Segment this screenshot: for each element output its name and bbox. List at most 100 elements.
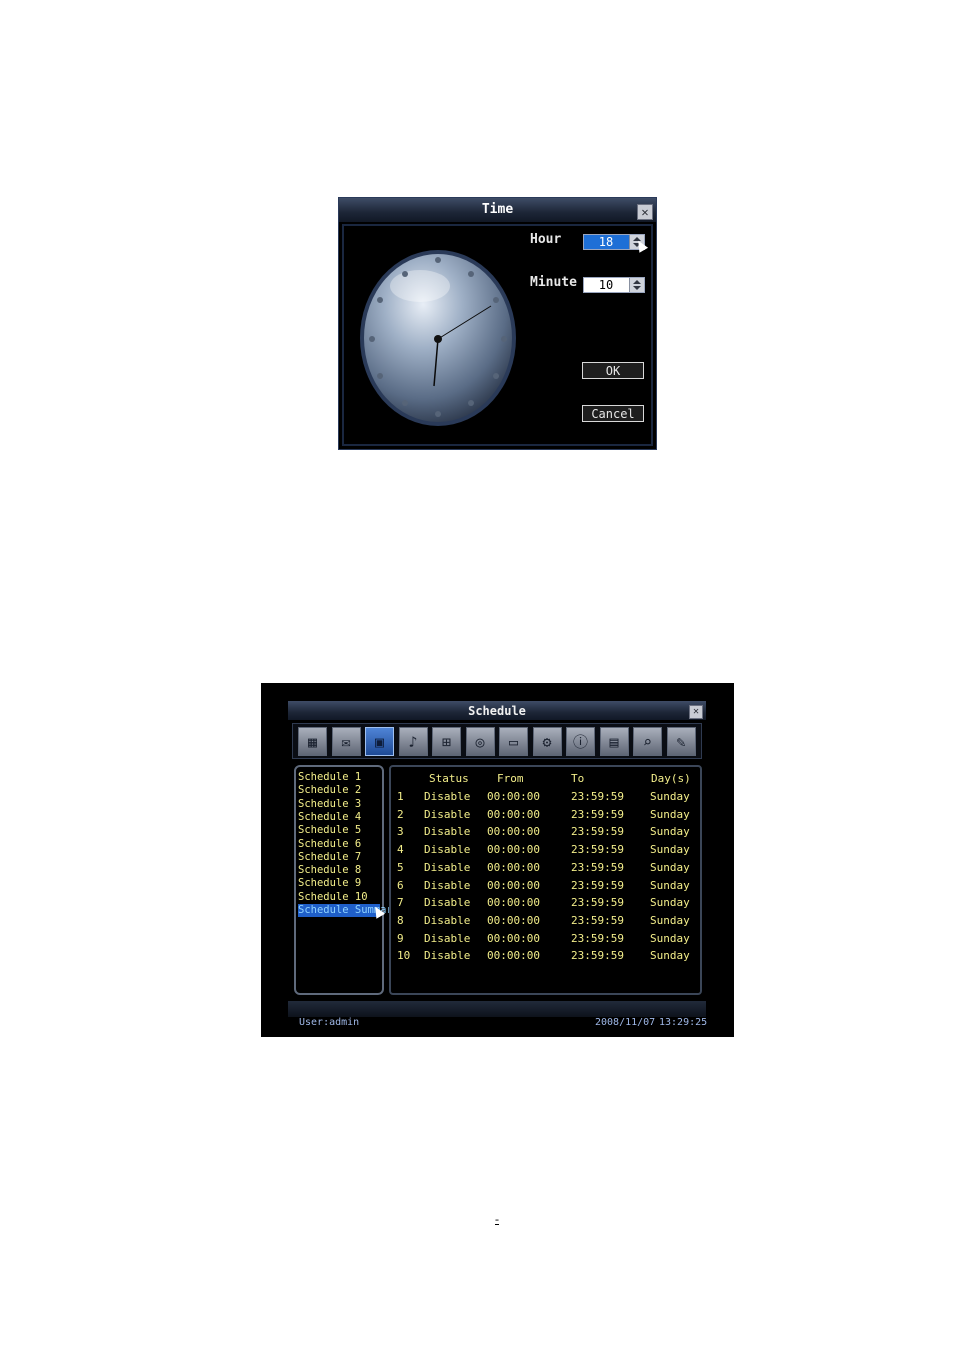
time-dialog-body: Hour 18 Minute 10 OK Cancel bbox=[342, 224, 653, 446]
minute-label: Minute bbox=[530, 275, 577, 290]
network-icon-glyph: ⊞ bbox=[441, 733, 452, 751]
monitor-icon-glyph: ▭ bbox=[508, 733, 519, 751]
close-icon[interactable]: ✕ bbox=[689, 705, 703, 719]
table-cell-status: Disable bbox=[424, 949, 471, 963]
table-cell-status: Disable bbox=[424, 878, 471, 892]
schedule-list-item[interactable]: Schedule Summary bbox=[298, 904, 399, 917]
schedule-list-item[interactable]: Schedule 6 bbox=[298, 838, 361, 851]
table-cell-status: Disable bbox=[424, 843, 471, 857]
schedule-list-item[interactable]: Schedule 2 bbox=[298, 784, 361, 797]
user-status: User:admin bbox=[299, 1017, 360, 1028]
table-cell-days: Sunday bbox=[650, 825, 690, 839]
table-cell-from: 00:00:00 bbox=[487, 896, 540, 910]
schedule-list-item[interactable]: Schedule 9 bbox=[298, 877, 361, 890]
table-cell-num: 2 bbox=[397, 807, 404, 821]
table-cell-from: 00:00:00 bbox=[487, 913, 540, 927]
table-cell-to: 23:59:59 bbox=[571, 896, 624, 910]
page-number: - bbox=[495, 1212, 499, 1226]
table-cell-from: 00:00:00 bbox=[487, 843, 540, 857]
log-icon[interactable]: ▤ bbox=[599, 727, 629, 756]
table-cell-num: 4 bbox=[397, 843, 404, 857]
table-cell-days: Sunday bbox=[650, 843, 690, 857]
table-cell-num: 8 bbox=[397, 913, 404, 927]
table-cell-num: 10 bbox=[397, 949, 411, 963]
tools-icon[interactable]: ✎ bbox=[666, 727, 696, 756]
ok-button[interactable]: OK bbox=[582, 362, 644, 379]
schedule-title: Schedule bbox=[468, 704, 526, 718]
status-date: 2008/11/07 bbox=[595, 1017, 656, 1028]
schedule-list-item[interactable]: Schedule 4 bbox=[298, 811, 361, 824]
table-cell-status: Disable bbox=[424, 896, 471, 910]
table-cell-to: 23:59:59 bbox=[571, 913, 624, 927]
search-icon-glyph: ⌕ bbox=[642, 733, 653, 751]
schedule-icon[interactable]: ▣ bbox=[365, 727, 394, 756]
table-cell-from: 00:00:00 bbox=[487, 931, 540, 945]
table-cell-status: Disable bbox=[424, 825, 471, 839]
schedule-list-item[interactable]: Schedule 10 bbox=[298, 891, 368, 904]
table-cell-num: 6 bbox=[397, 878, 404, 892]
schedule-list-item[interactable]: Schedule 1 bbox=[298, 771, 361, 784]
close-icon[interactable]: ✕ bbox=[637, 204, 653, 220]
hour-label: Hour bbox=[530, 232, 562, 247]
spin-arrows-icon[interactable] bbox=[629, 278, 644, 292]
cancel-button[interactable]: Cancel bbox=[582, 405, 644, 422]
bell-icon-glyph: ♪ bbox=[408, 733, 418, 751]
table-cell-status: Disable bbox=[424, 860, 471, 874]
table-cell-status: Disable bbox=[424, 807, 471, 821]
status-time: 13:29:25 bbox=[659, 1017, 708, 1028]
time-dialog: Time ✕ Hour 18 Minute 10 OK Cancel bbox=[338, 197, 657, 450]
table-cell-days: Sunday bbox=[650, 790, 690, 803]
monitor-icon[interactable]: ▭ bbox=[499, 727, 528, 756]
table-cell-to: 23:59:59 bbox=[571, 931, 624, 945]
minute-value: 10 bbox=[598, 278, 614, 292]
schedule-list: Schedule 1 Schedule 2 Schedule 3 Schedule 4… bbox=[294, 765, 399, 995]
table-cell-to: 23:59:59 bbox=[571, 949, 624, 963]
table-cell-days: Sunday bbox=[650, 807, 690, 821]
table-cell-num: 5 bbox=[397, 860, 404, 874]
network-icon[interactable]: ⊞ bbox=[432, 727, 461, 756]
column-header: Day(s) bbox=[651, 772, 691, 785]
column-header: From bbox=[497, 772, 524, 785]
info-icon[interactable]: ⓘ bbox=[566, 727, 595, 756]
film-icon[interactable]: ▦ bbox=[298, 727, 327, 756]
gear-icon-glyph: ⚙ bbox=[542, 733, 552, 751]
table-cell-days: Sunday bbox=[650, 878, 690, 892]
search-icon[interactable]: ⌕ bbox=[633, 727, 662, 756]
info-icon-glyph: ⓘ bbox=[572, 733, 588, 751]
schedule-list-item[interactable]: Schedule 5 bbox=[298, 824, 361, 837]
bell-icon[interactable]: ♪ bbox=[398, 727, 428, 756]
table-cell-from: 00:00:00 bbox=[487, 878, 540, 892]
table-cell-from: 00:00:00 bbox=[487, 860, 540, 874]
disk-icon-glyph: ◎ bbox=[475, 733, 485, 751]
log-icon-glyph: ▤ bbox=[609, 733, 619, 751]
schedule-list-item[interactable]: Schedule 3 bbox=[298, 798, 361, 811]
table-cell-to: 23:59:59 bbox=[571, 790, 624, 803]
minute-stepper[interactable]: 10 bbox=[583, 277, 645, 293]
column-header: Status bbox=[429, 772, 469, 785]
table-cell-status: Disable bbox=[424, 790, 471, 803]
time-dialog-title: Time bbox=[481, 202, 514, 217]
schedule-screen: Schedule ✕ ▦ ✉ ▣ ♪ ⊞ ◎ ▭ ⚙ ⓘ ▤ ⌕ ✎ Schedule 1 Schedu… bbox=[261, 683, 734, 1037]
menu-toolbar: ▦ ✉ ▣ ♪ ⊞ ◎ ▭ ⚙ ⓘ ▤ ⌕ ✎ bbox=[292, 723, 702, 759]
column-header: To bbox=[571, 772, 585, 785]
table-cell-days: Sunday bbox=[650, 913, 690, 927]
table-cell-days: Sunday bbox=[650, 860, 690, 874]
hour-value: 18 bbox=[598, 235, 614, 249]
table-cell-num: 1 bbox=[397, 790, 404, 803]
table-cell-from: 00:00:00 bbox=[487, 807, 540, 821]
tools-icon-glyph: ✎ bbox=[676, 733, 686, 751]
envelope-icon[interactable]: ✉ bbox=[331, 727, 361, 756]
schedule-icon-glyph: ▣ bbox=[374, 733, 385, 751]
table-cell-days: Sunday bbox=[650, 949, 690, 963]
table-cell-to: 23:59:59 bbox=[571, 825, 624, 839]
table-cell-to: 23:59:59 bbox=[571, 807, 624, 821]
disk-icon[interactable]: ◎ bbox=[465, 727, 495, 756]
schedule-list-item[interactable]: Schedule 7 bbox=[298, 851, 361, 864]
table-cell-from: 00:00:00 bbox=[487, 949, 540, 963]
gear-icon[interactable]: ⚙ bbox=[532, 727, 562, 756]
schedule-list-item[interactable]: Schedule 8 bbox=[298, 864, 361, 877]
table-cell-to: 23:59:59 bbox=[571, 860, 624, 874]
schedule-window: Schedule ✕ ▦ ✉ ▣ ♪ ⊞ ◎ ▭ ⚙ ⓘ ▤ ⌕ ✎ Schedule 1 Schedu… bbox=[288, 701, 706, 1001]
analog-clock-icon bbox=[360, 250, 516, 426]
table-cell-status: Disable bbox=[424, 913, 471, 927]
